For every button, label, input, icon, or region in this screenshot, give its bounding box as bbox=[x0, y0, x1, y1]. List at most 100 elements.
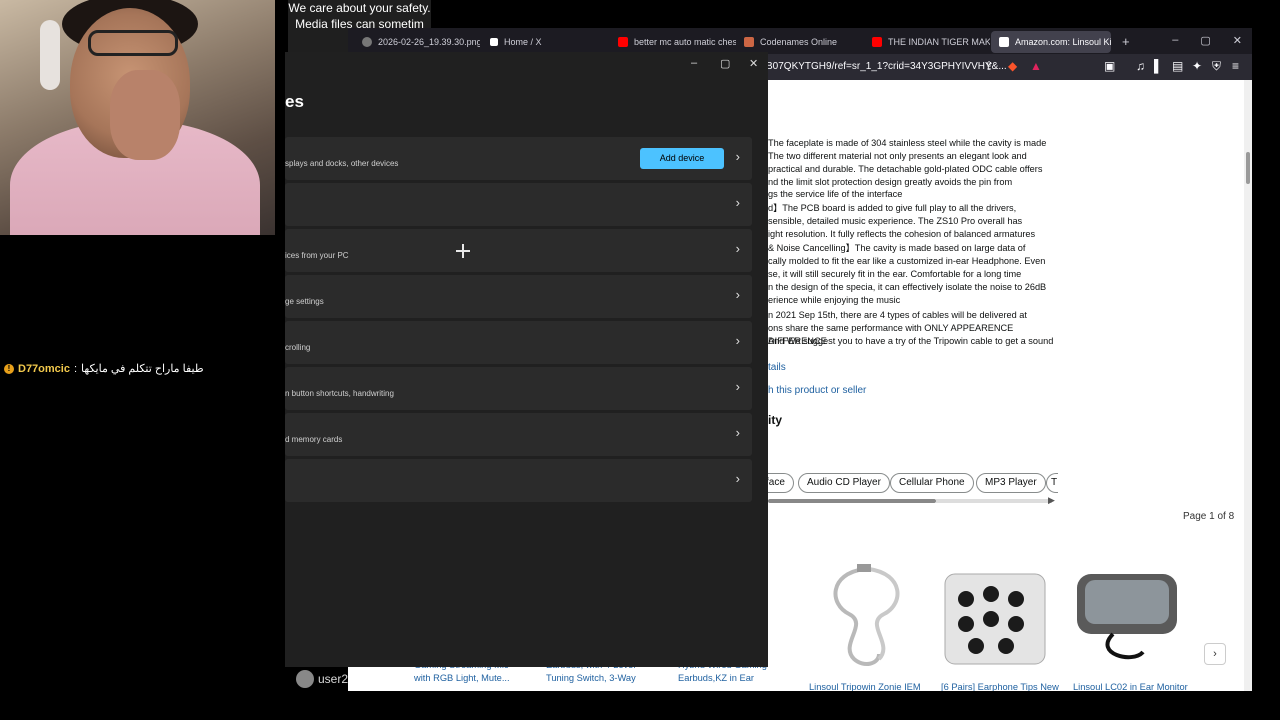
chevron-right-icon: › bbox=[735, 287, 740, 302]
bullet-line: The faceplate is made of 304 stainless s… bbox=[768, 138, 1047, 148]
chat-badge-icon: ! bbox=[4, 363, 14, 374]
avatar bbox=[296, 670, 314, 688]
chevron-right-icon: › bbox=[735, 425, 740, 440]
rewards-icon[interactable]: ▲ bbox=[1030, 59, 1042, 73]
product-image-case bbox=[1077, 574, 1177, 660]
bullet-line: gs the service life of the interface bbox=[768, 189, 903, 199]
settings-row[interactable]: › bbox=[285, 183, 752, 226]
chevron-right-icon: › bbox=[735, 149, 740, 164]
settings-maximize-icon[interactable]: ▢ bbox=[720, 57, 730, 70]
settings-minimize-icon[interactable]: – bbox=[691, 57, 697, 69]
add-device-button[interactable]: Add device bbox=[640, 148, 724, 169]
settings-row-subtitle: d memory cards bbox=[285, 435, 343, 444]
tab-youtube-chest[interactable]: better mc auto matic chest bbox=[610, 31, 736, 53]
menu-icon[interactable]: ≡ bbox=[1232, 59, 1239, 73]
settings-row[interactable]: d memory cards › bbox=[285, 413, 752, 456]
reader-icon[interactable]: ▌ bbox=[1154, 59, 1163, 73]
tab-youtube-tiger[interactable]: THE INDIAN TIGER MAKES bbox=[864, 31, 990, 53]
settings-row[interactable]: crolling › bbox=[285, 321, 752, 364]
settings-row[interactable]: n button shortcuts, handwriting › bbox=[285, 367, 752, 410]
bullet-line: se, it will still securely fit in the ea… bbox=[768, 269, 1022, 279]
settings-row-subtitle: ge settings bbox=[285, 297, 324, 306]
tab-screenshot[interactable]: 2026-02-26_19.39.30.png (1 bbox=[354, 31, 480, 53]
carousel-next-button[interactable]: › bbox=[1204, 643, 1226, 665]
settings-row-subtitle: crolling bbox=[285, 343, 311, 352]
see-details-link[interactable]: tails bbox=[768, 362, 786, 373]
bullet-line: And We suggest you to have a try of the … bbox=[768, 336, 1054, 346]
settings-row[interactable]: ices from your PC › bbox=[285, 229, 752, 272]
pill-cellular[interactable]: Cellular Phone bbox=[890, 473, 974, 493]
pill-scroll-track bbox=[936, 499, 1052, 503]
url-bar[interactable]: B07QKYTGH9/ref=sr_1_1?crid=34Y3GPHYIVVHY… bbox=[766, 58, 1036, 76]
settings-row[interactable]: ge settings › bbox=[285, 275, 752, 318]
bullet-line: practical and durable. The detachable go… bbox=[768, 164, 1043, 174]
product-image-cable bbox=[833, 564, 900, 667]
product-image-tips bbox=[944, 573, 1046, 665]
amazon-icon bbox=[999, 37, 1009, 47]
tab-label: better mc auto matic chest bbox=[634, 37, 736, 47]
window-controls: – ▢ ✕ bbox=[1172, 34, 1242, 47]
webcam-glasses bbox=[88, 30, 178, 56]
bullet-line: d】The PCB board is added to give full pl… bbox=[768, 203, 1017, 213]
pill-partial[interactable]: T bbox=[1046, 473, 1058, 493]
bullet-line: n 2021 Sep 15th, there are 4 types of ca… bbox=[768, 310, 1027, 320]
settings-row[interactable]: › bbox=[285, 459, 752, 502]
pill-scroll-right-icon[interactable]: ▶ bbox=[1048, 495, 1055, 506]
leo-icon[interactable]: ✦ bbox=[1192, 59, 1202, 73]
product-title[interactable]: Linsoul LC02 in Ear Monitor Case, Portab… bbox=[1073, 681, 1193, 691]
sidebar-icon[interactable]: ▣ bbox=[1104, 59, 1115, 73]
bullet-line: erience while enjoying the music bbox=[768, 295, 901, 305]
settings-row-subtitle: n button shortcuts, handwriting bbox=[285, 389, 394, 398]
music-icon[interactable]: ♫ bbox=[1136, 59, 1145, 73]
bullet-line: nd the limit slot protection design grea… bbox=[768, 177, 1013, 187]
chat-text: طيفا ماراح تتكلم في مايكها bbox=[81, 363, 204, 375]
pill-audio-cd[interactable]: Audio CD Player bbox=[798, 473, 890, 493]
settings-window: – ▢ ✕ es splays and docks, other devices… bbox=[285, 52, 768, 667]
codenames-icon bbox=[744, 37, 754, 47]
settings-row-subtitle: ices from your PC bbox=[285, 251, 349, 260]
bottom-product-3[interactable]: Earbuds,KZ in Ear bbox=[678, 673, 754, 683]
globe-icon bbox=[362, 37, 372, 47]
brave-shield-icon[interactable]: ◆ bbox=[1008, 59, 1017, 73]
tab-codenames[interactable]: Codenames Online bbox=[736, 31, 862, 53]
bottom-product-2[interactable]: Tuning Switch, 3-Way bbox=[546, 673, 636, 683]
tab-label: Codenames Online bbox=[760, 37, 838, 47]
share-icon[interactable]: ⇪ bbox=[984, 59, 994, 73]
chat-username: D77omcic bbox=[18, 362, 70, 375]
compatibility-heading: ity bbox=[768, 413, 783, 427]
pill-scroll-thumb[interactable] bbox=[768, 499, 936, 503]
chevron-right-icon: › bbox=[735, 333, 740, 348]
webcam-headset bbox=[40, 20, 60, 90]
settings-row-subtitle: splays and docks, other devices bbox=[285, 159, 399, 168]
bottom-product-1[interactable]: with RGB Light, Mute... bbox=[414, 673, 510, 683]
tab-label: 2026-02-26_19.39.30.png (1 bbox=[378, 37, 480, 47]
maximize-icon[interactable]: ▢ bbox=[1200, 34, 1210, 47]
tab-x[interactable]: Home / X bbox=[482, 31, 600, 53]
pill-mp3[interactable]: MP3 Player bbox=[976, 473, 1046, 493]
new-tab-icon[interactable]: + bbox=[1122, 34, 1130, 49]
minimize-icon[interactable]: – bbox=[1172, 34, 1178, 47]
bullet-line: & Noise Cancelling】The cavity is made ba… bbox=[768, 243, 1026, 253]
wallet-icon[interactable]: ▤ bbox=[1172, 59, 1183, 73]
x-logo-icon bbox=[490, 38, 498, 46]
product-title[interactable]: [6 Pairs] Earphone Tips New bee 12pcs Re… bbox=[941, 681, 1061, 691]
chevron-right-icon: › bbox=[735, 241, 740, 256]
product-title[interactable]: Linsoul Tripowin Zonie IEM Cable, 2m Lon… bbox=[809, 681, 929, 691]
page-scrollbar-thumb[interactable] bbox=[1246, 152, 1250, 184]
tab-label: Amazon.com: Linsoul Ki bbox=[1015, 37, 1111, 47]
chevron-right-icon: › bbox=[735, 195, 740, 210]
tab-amazon[interactable]: Amazon.com: Linsoul Ki × bbox=[991, 31, 1111, 53]
youtube-icon bbox=[618, 37, 628, 47]
report-link[interactable]: h this product or seller bbox=[768, 385, 866, 396]
settings-close-icon[interactable]: ✕ bbox=[749, 57, 758, 70]
product-card-cable[interactable]: Linsoul Tripowin Zonie IEM Cable, 2m Lon… bbox=[809, 564, 929, 691]
vpn-icon[interactable]: ⛨ bbox=[1212, 59, 1221, 74]
bullet-line: n the design of the specia, it can effec… bbox=[768, 282, 1047, 292]
chat-separator: : bbox=[73, 362, 78, 375]
bullet-line: The two different material not only pres… bbox=[768, 151, 1027, 161]
product-card-case[interactable]: Linsoul LC02 in Ear Monitor Case, Portab… bbox=[1073, 564, 1193, 691]
close-window-icon[interactable]: ✕ bbox=[1233, 34, 1242, 47]
product-card-tips[interactable]: [6 Pairs] Earphone Tips New bee 12pcs Re… bbox=[941, 564, 1061, 691]
page-indicator: Page 1 of 8 bbox=[1183, 511, 1235, 522]
settings-row[interactable]: splays and docks, other devices Add devic… bbox=[285, 137, 752, 180]
